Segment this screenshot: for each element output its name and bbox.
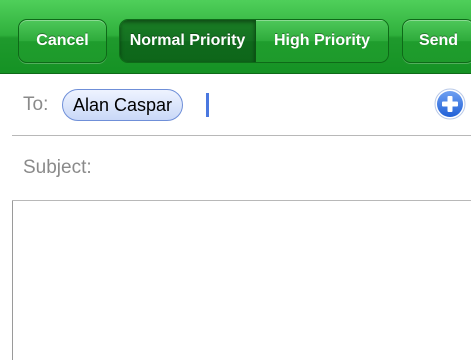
normal-priority-segment[interactable]: Normal Priority: [120, 20, 256, 62]
plus-circle-icon[interactable]: [434, 88, 466, 120]
high-priority-segment[interactable]: High Priority: [256, 20, 388, 62]
priority-segmented-control: Normal Priority High Priority: [119, 19, 389, 63]
send-button[interactable]: Send: [402, 19, 471, 63]
to-label: To:: [23, 94, 49, 115]
compose-screen: Cancel Normal Priority High Priority Sen…: [0, 0, 471, 360]
message-body[interactable]: [13, 201, 471, 360]
subject-field-row[interactable]: Subject:: [12, 136, 471, 201]
text-cursor: [206, 93, 209, 117]
cancel-button[interactable]: Cancel: [18, 19, 107, 63]
top-toolbar: Cancel Normal Priority High Priority Sen…: [0, 0, 471, 74]
subject-label: Subject:: [23, 157, 92, 178]
to-field-row[interactable]: To: Alan Caspar: [12, 74, 471, 136]
recipient-chip[interactable]: Alan Caspar: [62, 89, 184, 121]
